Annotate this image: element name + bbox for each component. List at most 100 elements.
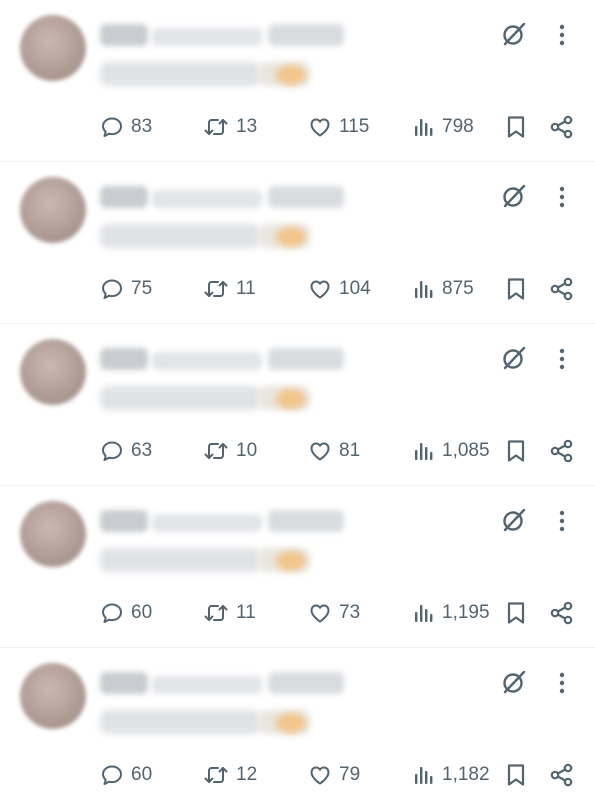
views-button[interactable]: 1,085 <box>413 436 490 466</box>
action-bar: 75 11 104 875 <box>0 274 595 304</box>
reply-icon <box>102 765 122 785</box>
heart-icon <box>310 280 330 299</box>
repost-button[interactable]: 11 <box>203 598 256 628</box>
repost-count: 11 <box>236 278 256 299</box>
post[interactable]: 63 10 81 1,085 <box>0 324 595 486</box>
post[interactable]: 60 12 79 1,182 <box>0 648 595 810</box>
avatar[interactable] <box>20 501 86 567</box>
bookmark-icon <box>507 116 525 138</box>
share-button[interactable] <box>549 112 575 142</box>
bookmark-icon <box>507 764 525 786</box>
avatar[interactable] <box>20 339 86 405</box>
reply-button[interactable]: 60 <box>100 598 152 628</box>
action-bar: 60 12 79 1,182 <box>0 760 595 790</box>
share-icon <box>550 115 573 139</box>
bar-chart-icon <box>415 443 433 460</box>
reply-count: 60 <box>131 764 153 785</box>
bar-chart-icon <box>415 281 433 298</box>
grok-icon[interactable] <box>500 182 528 210</box>
reply-button[interactable]: 63 <box>100 436 152 466</box>
heart-icon <box>310 118 330 137</box>
bar-chart-icon <box>415 119 433 136</box>
more-options-icon[interactable] <box>552 22 572 48</box>
share-icon <box>550 601 573 625</box>
repost-button[interactable]: 11 <box>203 274 256 304</box>
repost-count: 10 <box>236 440 258 461</box>
views-button[interactable]: 875 <box>413 274 474 304</box>
repost-icon <box>204 443 228 459</box>
reply-count: 83 <box>131 116 153 137</box>
heart-icon <box>310 604 330 623</box>
bookmark-button[interactable] <box>504 598 528 628</box>
repost-button[interactable]: 10 <box>203 436 257 466</box>
share-icon <box>550 439 573 463</box>
view-count: 1,182 <box>442 764 490 785</box>
reply-icon <box>102 279 122 299</box>
reply-icon <box>102 441 122 461</box>
avatar[interactable] <box>20 177 86 243</box>
like-button[interactable]: 115 <box>308 112 369 142</box>
bookmark-button[interactable] <box>504 436 528 466</box>
repost-button[interactable]: 12 <box>203 760 257 790</box>
like-button[interactable]: 104 <box>308 274 371 304</box>
bookmark-button[interactable] <box>504 274 528 304</box>
view-count: 1,085 <box>442 440 490 461</box>
like-count: 115 <box>339 116 370 137</box>
bookmark-button[interactable] <box>504 112 528 142</box>
bookmark-button[interactable] <box>504 760 528 790</box>
like-count: 81 <box>339 440 361 461</box>
action-bar: 63 10 81 1,085 <box>0 436 595 466</box>
reply-button[interactable]: 60 <box>100 760 152 790</box>
bar-chart-icon <box>415 767 433 784</box>
post[interactable]: 83 13 115 798 <box>0 0 595 162</box>
repost-count: 12 <box>236 764 258 785</box>
avatar[interactable] <box>20 663 86 729</box>
views-button[interactable]: 1,195 <box>413 598 490 628</box>
repost-icon <box>204 119 228 135</box>
reply-icon <box>102 603 122 623</box>
reply-count: 75 <box>131 278 153 299</box>
reply-count: 63 <box>131 440 153 461</box>
bar-chart-icon <box>415 605 433 622</box>
timeline-feed: 83 13 115 798 75 11 104 875 63 10 81 1,0… <box>0 0 595 800</box>
heart-icon <box>310 766 330 785</box>
view-count: 875 <box>442 278 474 299</box>
grok-icon[interactable] <box>500 668 528 696</box>
grok-icon[interactable] <box>500 344 528 372</box>
more-options-icon[interactable] <box>552 508 572 534</box>
bookmark-icon <box>507 602 525 624</box>
share-button[interactable] <box>549 436 575 466</box>
like-button[interactable]: 79 <box>308 760 360 790</box>
share-button[interactable] <box>549 760 575 790</box>
heart-icon <box>310 442 330 461</box>
like-button[interactable]: 73 <box>308 598 360 628</box>
share-icon <box>550 763 573 787</box>
bookmark-icon <box>507 278 525 300</box>
bookmark-icon <box>507 440 525 462</box>
post[interactable]: 60 11 73 1,195 <box>0 486 595 648</box>
grok-icon[interactable] <box>500 20 528 48</box>
more-options-icon[interactable] <box>552 184 572 210</box>
reply-count: 60 <box>131 602 153 623</box>
views-button[interactable]: 1,182 <box>413 760 490 790</box>
like-count: 73 <box>339 602 361 623</box>
share-button[interactable] <box>549 274 575 304</box>
reply-button[interactable]: 75 <box>100 274 152 304</box>
action-bar: 83 13 115 798 <box>0 112 595 142</box>
repost-button[interactable]: 13 <box>203 112 257 142</box>
avatar[interactable] <box>20 15 86 81</box>
repost-count: 11 <box>236 602 256 623</box>
repost-count: 13 <box>236 116 258 137</box>
share-button[interactable] <box>549 598 575 628</box>
like-count: 79 <box>339 764 361 785</box>
views-button[interactable]: 798 <box>413 112 474 142</box>
post[interactable]: 75 11 104 875 <box>0 162 595 324</box>
reply-button[interactable]: 83 <box>100 112 152 142</box>
more-options-icon[interactable] <box>552 670 572 696</box>
like-button[interactable]: 81 <box>308 436 360 466</box>
grok-icon[interactable] <box>500 506 528 534</box>
reply-icon <box>102 117 122 137</box>
share-icon <box>550 277 573 301</box>
repost-icon <box>204 605 228 621</box>
more-options-icon[interactable] <box>552 346 572 372</box>
